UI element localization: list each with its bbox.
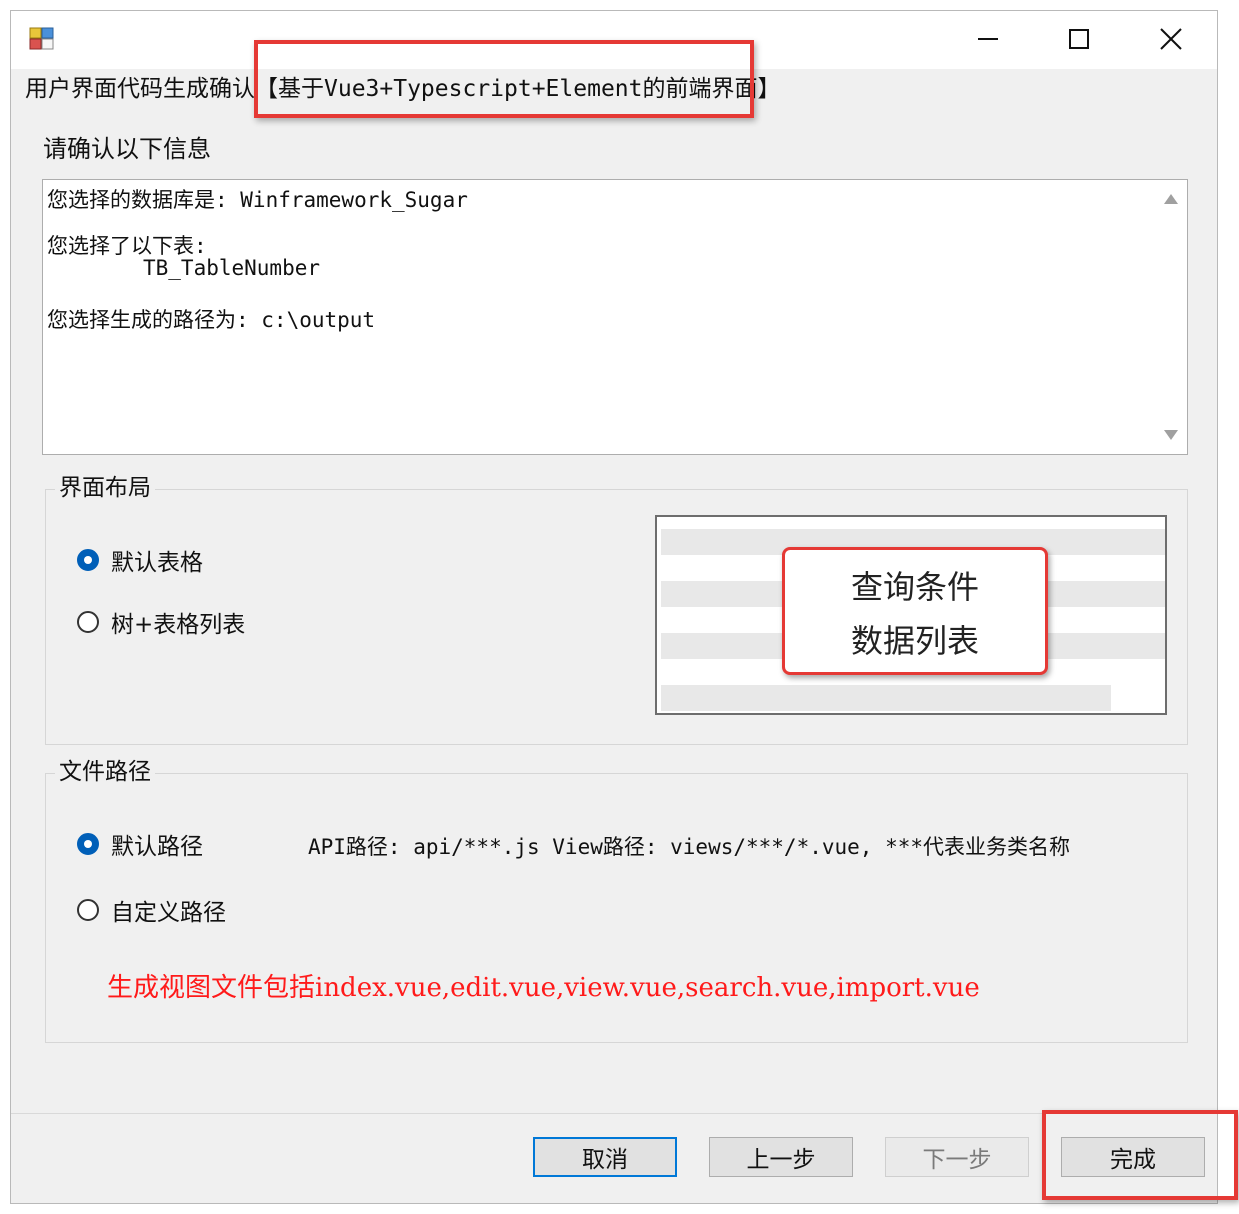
path-hint: API路径: api/***.js View路径: views/***/*.vu… xyxy=(308,835,1071,859)
footer-divider xyxy=(11,1113,1217,1114)
radio-default-table-label: 默认表格 xyxy=(111,550,203,576)
cancel-button[interactable]: 取消 xyxy=(533,1137,677,1177)
radio-unchecked-icon xyxy=(77,899,99,921)
radio-default-path[interactable]: 默认路径 xyxy=(77,827,203,861)
caption-highlight-frame xyxy=(254,40,754,118)
prev-button[interactable]: 上一步 xyxy=(709,1137,853,1177)
scroll-down-icon[interactable] xyxy=(1164,430,1178,440)
app-icon xyxy=(29,27,54,50)
radio-tree-table[interactable]: 树+表格列表 xyxy=(77,605,245,639)
summary-scrollbar[interactable] xyxy=(1155,180,1187,454)
summary-table-name: TB_TableNumber xyxy=(143,256,321,280)
maximize-button[interactable] xyxy=(1044,17,1114,61)
radio-checked-icon xyxy=(77,833,99,855)
summary-label: 请确认以下信息 xyxy=(43,135,211,163)
summary-path-line: 您选择生成的路径为: c:\output xyxy=(47,308,376,332)
path-group-title: 文件路径 xyxy=(55,758,155,786)
close-icon xyxy=(1160,28,1182,50)
preview-highlight-box: 查询条件 数据列表 xyxy=(782,547,1048,675)
wizard-window: 用户界面代码生成确认【基于Vue3+Typescript+Element的前端界… xyxy=(10,10,1218,1204)
caption-prefix: 用户界面代码生成确认 xyxy=(25,76,255,102)
preview-list-label: 数据列表 xyxy=(850,622,979,660)
radio-custom-path[interactable]: 自定义路径 xyxy=(77,893,226,927)
summary-database-line: 您选择的数据库是: Winframework_Sugar xyxy=(47,188,468,212)
layout-group-title: 界面布局 xyxy=(55,474,155,502)
finish-highlight-frame xyxy=(1042,1110,1238,1200)
layout-preview: 查询条件 数据列表 xyxy=(655,515,1167,715)
next-button[interactable]: 下一步 xyxy=(885,1137,1029,1177)
radio-unchecked-icon xyxy=(77,611,99,633)
generated-files-note: 生成视图文件包括index.vue,edit.vue,view.vue,sear… xyxy=(107,973,980,1003)
scroll-up-icon[interactable] xyxy=(1164,194,1178,204)
close-button[interactable] xyxy=(1136,17,1206,61)
maximize-icon xyxy=(1069,29,1089,49)
radio-default-path-label: 默认路径 xyxy=(111,834,203,860)
radio-tree-table-label: 树+表格列表 xyxy=(111,612,246,638)
radio-checked-icon xyxy=(77,549,99,571)
radio-default-table[interactable]: 默认表格 xyxy=(77,543,203,577)
radio-custom-path-label: 自定义路径 xyxy=(111,900,226,926)
preview-query-label: 查询条件 xyxy=(850,568,979,606)
summary-textbox[interactable]: 您选择的数据库是: Winframework_Sugar 您选择了以下表: TB… xyxy=(42,179,1188,455)
minimize-button[interactable] xyxy=(953,17,1023,61)
minimize-icon xyxy=(978,38,998,40)
